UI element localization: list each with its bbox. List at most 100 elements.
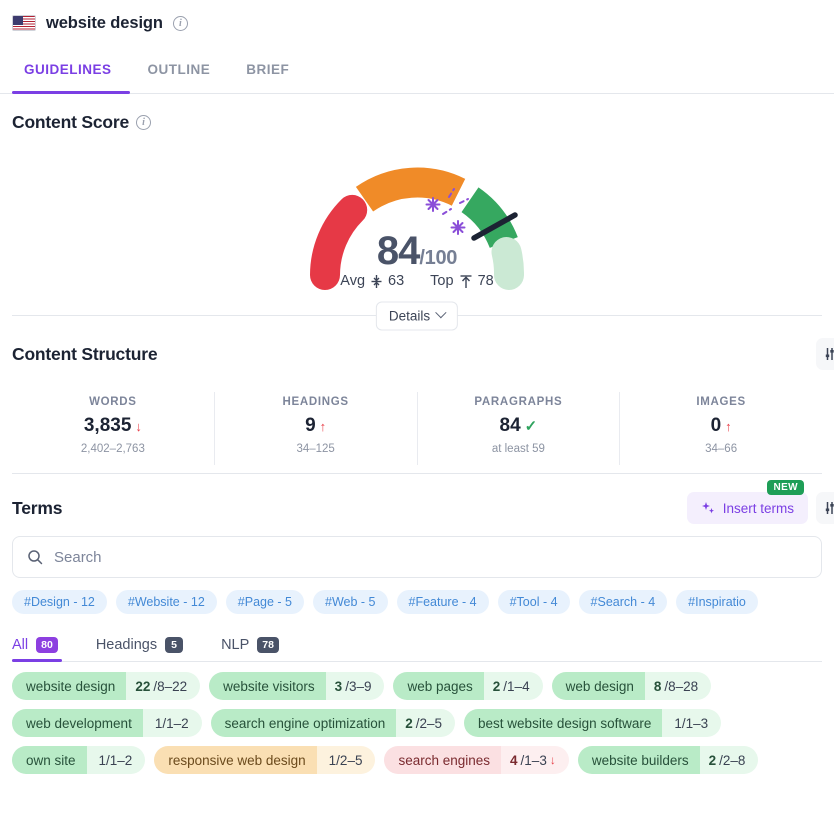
- metric-paragraphs-value: 84 ✓: [418, 415, 620, 437]
- term-chip[interactable]: responsive web design 1/2–5: [154, 746, 376, 774]
- tab-brief-label: BRIEF: [246, 62, 290, 77]
- top-stat: Top 78: [430, 273, 494, 289]
- hashtag-chip[interactable]: #Web - 5: [313, 590, 388, 614]
- subtab-all-count: 80: [36, 636, 58, 653]
- metric-headings-value: 9 ↑: [215, 415, 417, 437]
- insert-terms-button[interactable]: Insert terms: [686, 492, 808, 524]
- term-chip-name: website builders: [577, 746, 700, 774]
- term-chip[interactable]: web development 1/1–2: [12, 709, 202, 737]
- term-chip[interactable]: website visitors 3/3–9: [209, 672, 385, 700]
- subtab-headings[interactable]: Headings 5: [96, 628, 199, 661]
- hashtag-chip[interactable]: #Inspiratio: [676, 590, 758, 614]
- arrow-down-icon: ↓: [549, 753, 556, 767]
- metric-headings-range: 34–125: [296, 443, 335, 455]
- metric-words-range: 2,402–2,763: [80, 443, 145, 455]
- gauge-benchmarks: Avg 63 Top 78: [0, 273, 834, 289]
- metric-headings-label: HEADINGS: [282, 396, 349, 408]
- tab-outline[interactable]: OUTLINE: [130, 46, 229, 93]
- term-chip[interactable]: best website design software 1/1–3: [464, 709, 722, 737]
- term-chip[interactable]: search engine optimization 2/2–5: [210, 709, 456, 737]
- terms-search-box[interactable]: Search: [12, 536, 822, 578]
- term-chip-count: 2/1–4: [483, 672, 543, 700]
- main-tabs: GUIDELINES OUTLINE BRIEF: [0, 46, 834, 94]
- hashtag-chip[interactable]: #Tool - 4: [497, 590, 570, 614]
- term-chip[interactable]: search engines 4/1–3 ↓: [384, 746, 569, 774]
- term-chip-count: 3/3–9: [325, 672, 385, 700]
- tab-guidelines-label: GUIDELINES: [24, 62, 112, 77]
- content-score-title: Content Score: [12, 112, 129, 132]
- term-chip-row: website design 22/8–22 website visitors …: [12, 672, 834, 700]
- term-chip-range: /3–9: [345, 678, 372, 694]
- subtab-nlp-count: 78: [257, 636, 279, 653]
- search-icon: [28, 550, 43, 565]
- details-button[interactable]: Details: [375, 301, 459, 330]
- term-chip-count: 4/1–3 ↓: [501, 746, 569, 774]
- term-chip[interactable]: website design 22/8–22: [12, 672, 201, 700]
- term-chip-range: 1/1–2: [154, 715, 189, 731]
- new-badge: NEW: [767, 480, 804, 495]
- term-chip-current: 2: [492, 678, 501, 694]
- terms-actions: Insert terms NEW: [686, 480, 834, 524]
- term-chip[interactable]: own site 1/1–2: [12, 746, 146, 774]
- content-structure-title: Content Structure: [12, 343, 158, 364]
- content-score-info-icon[interactable]: i: [136, 115, 151, 130]
- tab-brief[interactable]: BRIEF: [228, 46, 307, 93]
- content-score-gauge: 84/100 Avg 63 Top 78: [0, 133, 834, 301]
- term-chip-current: 2: [708, 752, 717, 768]
- subtab-all[interactable]: All 80: [12, 628, 74, 662]
- metric-paragraphs: PARAGRAPHS 84 ✓ at least 59: [418, 392, 621, 465]
- term-chip[interactable]: web design 8/8–28: [551, 672, 712, 700]
- term-chip-count: 1/1–3: [662, 709, 722, 737]
- term-chip-list: website design 22/8–22 website visitors …: [0, 662, 834, 774]
- hashtag-chip-row: #Design - 12 #Website - 12 #Page - 5 #We…: [0, 578, 834, 614]
- term-chip[interactable]: web pages 2/1–4: [393, 672, 543, 700]
- gauge-svg: [310, 167, 524, 290]
- info-icon[interactable]: i: [172, 15, 188, 31]
- term-chip-current: 4: [510, 752, 518, 768]
- gauge-segment-rest: [491, 237, 524, 290]
- hashtag-chip[interactable]: #Page - 5: [225, 590, 304, 614]
- hashtag-chip[interactable]: #Search - 4: [578, 590, 668, 614]
- top-arrow-icon: [460, 274, 472, 288]
- terms-subtabs: All 80 Headings 5 NLP 78: [12, 628, 822, 662]
- top-value: 78: [477, 273, 494, 289]
- term-chip-range: /2–5: [415, 715, 443, 731]
- term-chip[interactable]: website builders 2/2–8: [577, 746, 759, 774]
- subtab-nlp-label: NLP: [221, 636, 250, 653]
- term-chip-range: 1/2–5: [328, 752, 363, 768]
- sliders-icon: [825, 502, 834, 514]
- tab-guidelines[interactable]: GUIDELINES: [12, 46, 130, 94]
- metric-headings: HEADINGS 9 ↑ 34–125: [215, 392, 418, 465]
- terms-header: Terms Insert terms NEW: [0, 474, 834, 524]
- content-structure-metrics: WORDS 3,835 ↓ 2,402–2,763 HEADINGS 9 ↑ 3…: [12, 392, 822, 465]
- term-chip-range: /1–3: [520, 752, 547, 768]
- hashtag-chip[interactable]: #Design - 12: [12, 590, 107, 614]
- avg-label: Avg: [340, 273, 366, 289]
- term-chip-name: web pages: [393, 672, 484, 700]
- content-score-header: Content Score i: [0, 94, 834, 133]
- avg-stat: Avg 63: [340, 273, 404, 289]
- check-icon: ✓: [524, 417, 538, 435]
- document-header: website design i: [0, 0, 834, 46]
- metric-words-number: 3,835: [83, 415, 132, 436]
- term-chip-current: 22: [135, 678, 151, 694]
- hashtag-chip[interactable]: #Website - 12: [115, 590, 217, 614]
- hashtag-chip[interactable]: #Feature - 4: [396, 590, 489, 614]
- term-chip-current: 2: [405, 715, 413, 731]
- arrow-up-icon: ↑: [319, 418, 327, 434]
- term-chip-range: 1/1–3: [674, 715, 709, 731]
- subtab-nlp[interactable]: NLP 78: [221, 628, 295, 661]
- terms-title: Terms: [12, 497, 63, 518]
- term-chip-current: 8: [653, 678, 662, 694]
- content-structure-settings-button[interactable]: [816, 338, 834, 370]
- term-chip-range: /8–28: [664, 678, 699, 694]
- terms-settings-button[interactable]: [816, 492, 834, 524]
- content-score-divider: Details: [12, 301, 822, 330]
- avg-value: 63: [388, 273, 405, 289]
- search-input[interactable]: Search: [54, 549, 102, 566]
- term-chip-name: own site: [12, 746, 87, 774]
- term-chip-count: 2/2–8: [699, 746, 759, 774]
- metric-paragraphs-range: at least 59: [491, 443, 545, 455]
- subtab-all-label: All: [12, 636, 29, 653]
- chevron-down-icon: [435, 307, 447, 319]
